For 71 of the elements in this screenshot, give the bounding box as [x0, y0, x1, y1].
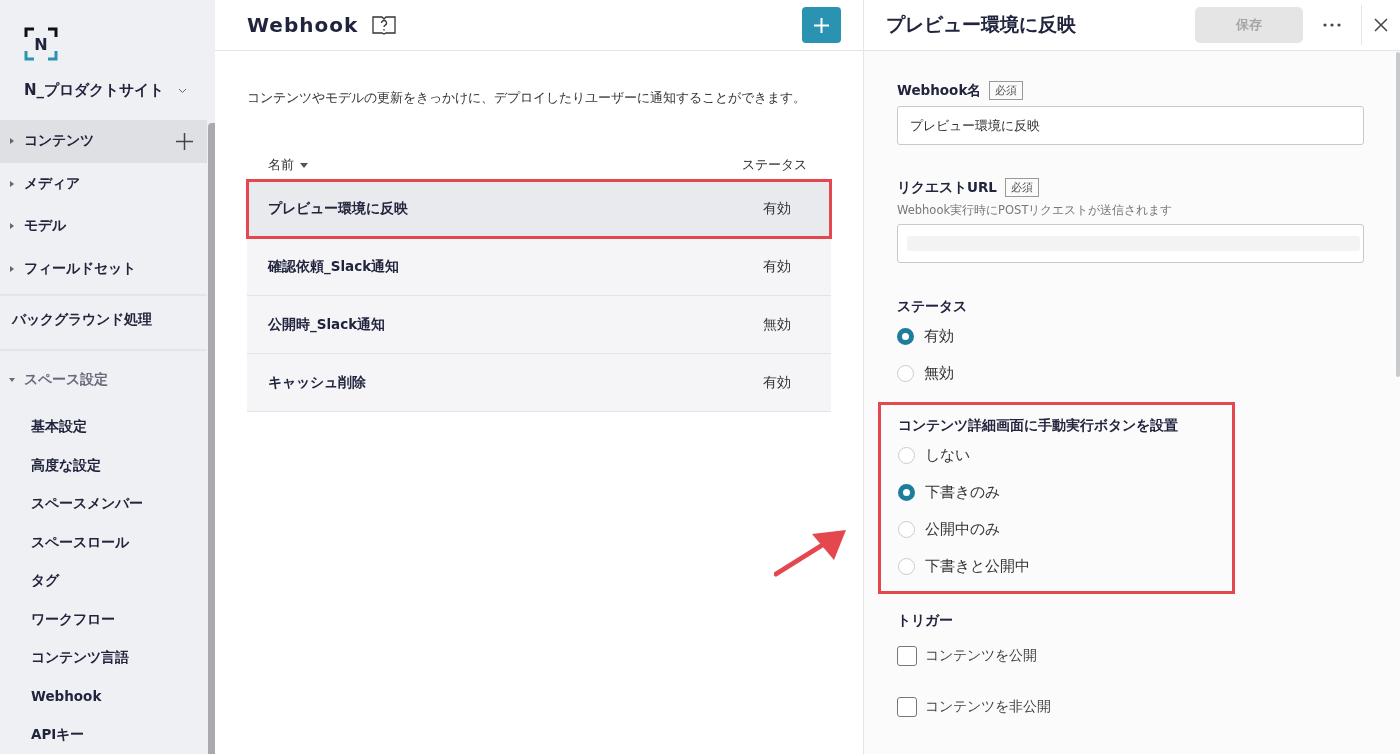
status-text: 無効 [763, 315, 791, 334]
sidebar-section[interactable]: スペース設定 [0, 350, 207, 409]
radio-button[interactable] [898, 558, 915, 575]
required-badge: 必須 [989, 81, 1024, 100]
webhook-name: 公開時_Slack通知 [268, 315, 386, 334]
panel-title: プレビュー環境に反映 [886, 12, 1077, 37]
sidebar-item[interactable]: Webhook [0, 677, 207, 716]
sidebar-item[interactable]: 基本設定 [0, 408, 207, 447]
checkbox-option[interactable]: コンテンツを公開 [897, 630, 1364, 681]
logo: N [24, 27, 58, 62]
required-badge: 必須 [1004, 178, 1039, 197]
arrow-icon [774, 530, 848, 578]
webhook-name: キャッシュ削除 [268, 373, 366, 392]
plus-icon [814, 17, 829, 33]
description: コンテンツやモデルの更新をきっかけに、デプロイしたりユーザーに通知することができます。 [247, 89, 807, 107]
status-text: 有効 [763, 373, 791, 392]
radio-option[interactable]: 下書きのみ [898, 474, 1216, 511]
table-row[interactable]: キャッシュ削除 有効 [247, 354, 831, 412]
webhook-name: 確認依頼_Slack通知 [268, 257, 400, 276]
table-row[interactable]: プレビュー環境に反映 有効 [247, 180, 831, 238]
field-label: リクエストURL [897, 178, 997, 197]
help-book-icon[interactable] [372, 15, 397, 35]
webhook-name: プレビュー環境に反映 [268, 199, 408, 218]
plus-icon[interactable] [176, 132, 193, 150]
sidebar-item[interactable]: コンテンツ言語 [0, 638, 207, 678]
radio-option[interactable]: 公開中のみ [898, 511, 1216, 548]
radio-button[interactable] [897, 328, 914, 345]
scrollbar[interactable] [1396, 52, 1400, 377]
column-header[interactable]: 名前 [268, 156, 308, 174]
radio-button[interactable] [897, 365, 914, 382]
radio-option[interactable]: 無効 [897, 355, 1364, 392]
sidebar-item[interactable]: タグ [0, 561, 207, 601]
sidebar-item[interactable]: フィールドセット [0, 247, 207, 290]
sort-caret-icon [300, 162, 308, 168]
sidebar-item[interactable]: バックグラウンド処理 [0, 295, 207, 345]
sidebar-item[interactable]: コンテンツ [0, 120, 207, 163]
status-text: 有効 [763, 199, 791, 218]
project-selector[interactable]: N_プロダクトサイト [0, 61, 215, 121]
sidebar-item[interactable]: スペースロール [0, 523, 207, 562]
field-label: ステータス [897, 298, 967, 316]
radio-option[interactable]: 有効 [897, 318, 1364, 355]
sidebar-item[interactable]: APIキー [0, 715, 207, 754]
close-icon [1374, 18, 1388, 32]
sidebar-item[interactable]: ワークフロー [0, 600, 207, 639]
column-header: ステータス [742, 156, 807, 174]
input-field[interactable] [897, 224, 1364, 263]
sidebar-item[interactable]: 高度な設定 [0, 446, 207, 485]
table-row[interactable]: 確認依頼_Slack通知 有効 [247, 238, 831, 296]
radio-button[interactable] [898, 447, 915, 464]
chevron-down-icon [178, 87, 188, 94]
radio-button[interactable] [898, 521, 915, 538]
status-text: 有効 [763, 257, 791, 276]
field-hint: Webhook実行時にPOSTリクエストが送信されます [897, 203, 1174, 218]
sidebar-item[interactable]: メディア [0, 162, 207, 205]
input-field[interactable]: プレビュー環境に反映 [897, 106, 1364, 145]
add-button[interactable] [802, 7, 841, 43]
radio-option[interactable]: 下書きと公開中 [898, 548, 1216, 585]
radio-button[interactable] [898, 484, 915, 501]
table-row[interactable]: 公開時_Slack通知 無効 [247, 296, 831, 354]
field-label: コンテンツ詳細画面に手動実行ボタンを設置 [898, 417, 1178, 435]
sidebar-item[interactable]: モデル [0, 204, 207, 248]
radio-option[interactable]: しない [898, 437, 1216, 474]
page-title: Webhook [247, 13, 359, 37]
scrollbar[interactable] [208, 123, 215, 754]
more-icon [1323, 23, 1341, 27]
field-label: Webhook名 [897, 81, 982, 100]
sidebar-item[interactable]: スペースメンバー [0, 484, 207, 524]
checkbox[interactable] [897, 645, 917, 666]
checkbox[interactable] [897, 696, 917, 717]
checkbox-option[interactable]: コンテンツを非公開 [897, 681, 1364, 732]
field-label: トリガー [897, 612, 953, 630]
